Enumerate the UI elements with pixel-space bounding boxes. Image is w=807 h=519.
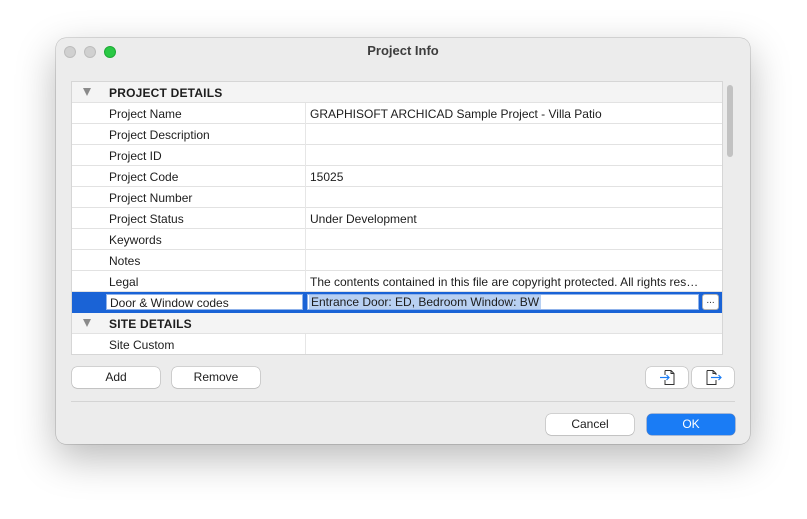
table-row-legal[interactable]: Legal The contents contained in this fil…	[72, 271, 722, 292]
field-name: Door & Window codes	[110, 296, 229, 310]
field-value-input[interactable]: Entrance Door: ED, Bedroom Window: BW	[307, 294, 699, 310]
column-divider	[305, 103, 306, 124]
footer-separator	[71, 401, 735, 402]
field-value[interactable]: Under Development	[310, 212, 700, 226]
table-row-project-name[interactable]: Project Name GRAPHISOFT ARCHICAD Sample …	[72, 103, 722, 124]
disclosure-triangle-icon[interactable]	[83, 88, 91, 96]
vertical-scrollbar[interactable]	[724, 82, 736, 352]
field-name: Site Custom	[109, 338, 175, 352]
field-value[interactable]: 15025	[310, 170, 700, 184]
table-row-project-status[interactable]: Project Status Under Development	[72, 208, 722, 229]
field-name: Notes	[109, 254, 141, 268]
field-name: Legal	[109, 275, 139, 289]
field-name: Keywords	[109, 233, 162, 247]
window-title: Project Info	[367, 43, 439, 58]
column-divider	[305, 208, 306, 229]
field-name: Project Number	[109, 191, 193, 205]
column-divider	[305, 145, 306, 166]
title-bar: Project Info	[56, 38, 750, 64]
column-divider	[305, 271, 306, 292]
section-header-project-details[interactable]: PROJECT DETAILS	[72, 82, 722, 103]
table-row-notes[interactable]: Notes	[72, 250, 722, 271]
scroll-thumb[interactable]	[727, 85, 733, 157]
column-divider	[305, 124, 306, 145]
import-button[interactable]	[646, 367, 688, 388]
column-divider	[305, 334, 306, 354]
section-header-site-details[interactable]: SITE DETAILS	[72, 313, 722, 334]
field-value[interactable]: GRAPHISOFT ARCHICAD Sample Project - Vil…	[310, 107, 700, 121]
cancel-button[interactable]: Cancel	[546, 414, 634, 435]
column-divider	[305, 187, 306, 208]
field-name: Project ID	[109, 149, 162, 163]
column-divider	[305, 229, 306, 250]
table-row-site-custom[interactable]: Site Custom	[72, 334, 722, 354]
section-title: PROJECT DETAILS	[109, 86, 223, 100]
field-name: Project Code	[109, 170, 179, 184]
field-name: Project Status	[109, 212, 184, 226]
section-title: SITE DETAILS	[109, 317, 192, 331]
disclosure-triangle-icon[interactable]	[83, 319, 91, 327]
field-value[interactable]: The contents contained in this file are …	[310, 275, 700, 289]
export-button[interactable]	[692, 367, 734, 388]
table-row-project-id[interactable]: Project ID	[72, 145, 722, 166]
column-divider	[305, 250, 306, 271]
add-button[interactable]: Add	[72, 367, 160, 388]
table-row-door-window-codes[interactable]: Door & Window codes Entrance Door: ED, B…	[72, 292, 722, 313]
selected-value-text[interactable]: Entrance Door: ED, Bedroom Window: BW	[309, 295, 542, 309]
project-info-table: PROJECT DETAILS Project Name GRAPHISOFT …	[71, 81, 723, 355]
export-icon	[706, 370, 722, 385]
table-row-project-code[interactable]: Project Code 15025	[72, 166, 722, 187]
field-name: Project Description	[109, 128, 210, 142]
remove-button[interactable]: Remove	[172, 367, 260, 388]
table-row-keywords[interactable]: Keywords	[72, 229, 722, 250]
ok-button[interactable]: OK	[647, 414, 735, 435]
field-name: Project Name	[109, 107, 182, 121]
table-row-project-description[interactable]: Project Description	[72, 124, 722, 145]
table-row-project-number[interactable]: Project Number	[72, 187, 722, 208]
import-icon	[660, 370, 675, 385]
field-name-edit-box[interactable]: Door & Window codes	[106, 294, 303, 310]
project-info-dialog: Project Info PROJECT DETAILS Project Nam…	[56, 38, 750, 444]
column-divider	[305, 166, 306, 187]
expand-value-button[interactable]: ...	[702, 294, 719, 310]
